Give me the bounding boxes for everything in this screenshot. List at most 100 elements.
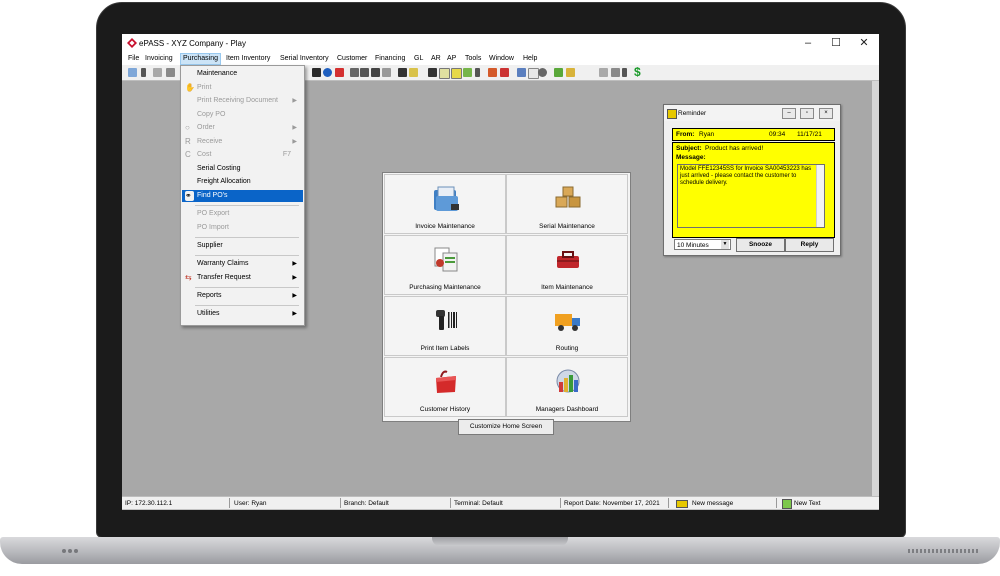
globe-icon[interactable]: [323, 68, 332, 77]
hand-icon[interactable]: [611, 68, 620, 77]
menu-item-serial-costing[interactable]: Serial Costing: [182, 163, 303, 175]
menu-serial-inventory[interactable]: Serial Inventory: [278, 54, 331, 64]
menu-item-find-pos[interactable]: ⚭ Find PO's: [182, 190, 303, 202]
status-user: User: Ryan: [234, 500, 267, 507]
menu-item-copy-po[interactable]: Copy PO: [182, 109, 303, 121]
menu-item-inventory[interactable]: Item Inventory: [224, 54, 272, 64]
from-value: Ryan: [699, 131, 715, 138]
reminder-icon: [667, 109, 677, 119]
menu-separator: [195, 205, 299, 206]
message-textbox[interactable]: Model FFE12345SS for Invoice SA00453223 …: [677, 164, 825, 228]
menu-ar[interactable]: AR: [429, 54, 443, 64]
file-icon[interactable]: [517, 68, 526, 77]
menu-purchasing[interactable]: Purchasing: [180, 53, 222, 65]
menu-separator: [195, 305, 299, 306]
menu-item-utilities[interactable]: Utilities ▶: [182, 308, 303, 320]
dollar-icon[interactable]: $: [634, 65, 641, 79]
tile-serial-maintenance[interactable]: Serial Maintenance: [506, 174, 628, 234]
workspace-scrollbar[interactable]: [872, 81, 879, 496]
briefcase-icon[interactable]: [488, 68, 497, 77]
menu-gl[interactable]: GL: [412, 54, 425, 64]
menu-item-maintenance[interactable]: Maintenance: [182, 68, 303, 80]
home-screen-grid: Invoice Maintenance Serial Maintenance P…: [382, 172, 631, 422]
message-scrollbar[interactable]: [816, 165, 824, 227]
shopping-bag-icon: [436, 370, 456, 393]
check-icon[interactable]: [554, 68, 563, 77]
status-divider: [340, 498, 341, 508]
menu-item-order[interactable]: ○ Order ▶: [182, 122, 303, 134]
title-bar: ePASS - XYZ Company - Play – ☐ ✕: [122, 34, 879, 53]
text-note-icon[interactable]: [782, 499, 792, 509]
status-new-text[interactable]: New Text: [794, 499, 821, 509]
menu-ap[interactable]: AP: [445, 54, 458, 64]
menu-separator: [195, 237, 299, 238]
snooze-duration-select[interactable]: 10 Minutes ▼: [674, 239, 731, 250]
tile-item-maintenance[interactable]: Item Maintenance: [506, 235, 628, 295]
barcode-icon[interactable]: [350, 68, 359, 77]
minimize-button[interactable]: –: [797, 36, 819, 50]
reminder-dialog: Reminder – ▫ × From: Ryan 09:34 11/17/21…: [663, 104, 841, 256]
tile-label: Item Maintenance: [541, 284, 593, 291]
menu-tools[interactable]: Tools: [463, 54, 483, 64]
tag-icon[interactable]: [382, 68, 391, 77]
menu-window[interactable]: Window: [487, 54, 516, 64]
menu-item-freight-allocation[interactable]: Freight Allocation: [182, 176, 303, 188]
label-icon[interactable]: [371, 68, 380, 77]
submenu-arrow-icon: ▶: [292, 311, 297, 317]
binoculars-icon[interactable]: [428, 68, 437, 77]
menu-item-cost[interactable]: C Cost F7: [182, 149, 303, 161]
reply-button[interactable]: Reply: [785, 238, 834, 252]
cart-icon[interactable]: [312, 68, 321, 77]
menu-item-warranty-claims[interactable]: Warranty Claims ▶: [182, 258, 303, 270]
message-envelope-icon[interactable]: [676, 500, 688, 508]
reminder-restore-button[interactable]: ▫: [800, 108, 814, 119]
menu-invoicing[interactable]: Invoicing: [143, 54, 175, 64]
status-bar: IP: 172.30.112.1 User: Ryan Branch: Defa…: [122, 496, 879, 509]
menu-item-receive[interactable]: R Receive ▶: [182, 136, 303, 148]
customize-home-screen-button[interactable]: Customize Home Screen: [458, 419, 554, 435]
menu-item-print[interactable]: ✋ Print: [182, 82, 303, 94]
menu-item-supplier[interactable]: Supplier: [182, 240, 303, 252]
dropdown-arrow-icon[interactable]: [475, 68, 480, 77]
dropdown-arrow-icon[interactable]: [622, 68, 627, 77]
calculator-icon[interactable]: [360, 68, 369, 77]
hand-icon[interactable]: [166, 68, 175, 77]
menu-financing[interactable]: Financing: [373, 54, 407, 64]
warning-icon[interactable]: [500, 68, 509, 77]
disc-icon[interactable]: [538, 68, 547, 77]
chat-icon[interactable]: [463, 68, 472, 77]
status-divider: [450, 498, 451, 508]
menu-file[interactable]: File: [126, 54, 141, 64]
key-icon[interactable]: [409, 68, 418, 77]
close-button[interactable]: ✕: [853, 36, 875, 50]
tile-managers-dashboard[interactable]: Managers Dashboard: [506, 357, 628, 417]
status-new-message[interactable]: New message: [692, 499, 733, 509]
document-icon[interactable]: [153, 68, 162, 77]
tile-print-item-labels[interactable]: Print Item Labels: [384, 296, 506, 356]
menu-item-transfer-request[interactable]: ⇆ Transfer Request ▶: [182, 272, 303, 284]
tile-invoice-maintenance[interactable]: Invoice Maintenance: [384, 174, 506, 234]
menu-item-reports[interactable]: Reports ▶: [182, 290, 303, 302]
tile-routing[interactable]: Routing: [506, 296, 628, 356]
new-document-icon[interactable]: [128, 68, 137, 77]
mail-icon[interactable]: [335, 68, 344, 77]
lock-icon[interactable]: [566, 68, 575, 77]
sticky-note-icon[interactable]: [451, 68, 462, 79]
menu-help[interactable]: Help: [521, 54, 539, 64]
note-icon[interactable]: [439, 68, 450, 79]
snooze-button[interactable]: Snooze: [736, 238, 785, 252]
menu-item-po-export[interactable]: PO Export: [182, 208, 303, 220]
maximize-button[interactable]: ☐: [825, 36, 847, 50]
page-icon[interactable]: [599, 68, 608, 77]
tile-customer-history[interactable]: Customer History: [384, 357, 506, 417]
status-branch: Branch: Default: [344, 500, 389, 507]
menu-item-po-import[interactable]: PO Import: [182, 222, 303, 234]
menu-item-print-receiving-document[interactable]: Print Receiving Document ▶: [182, 95, 303, 107]
dropdown-arrow-icon[interactable]: [141, 68, 146, 77]
reminder-close-button[interactable]: ×: [819, 108, 833, 119]
menu-customer[interactable]: Customer: [335, 54, 369, 64]
reminder-minimize-button[interactable]: –: [782, 108, 796, 119]
printer-icon[interactable]: [398, 68, 407, 77]
tile-purchasing-maintenance[interactable]: Purchasing Maintenance: [384, 235, 506, 295]
chevron-down-icon[interactable]: ▼: [721, 240, 729, 249]
